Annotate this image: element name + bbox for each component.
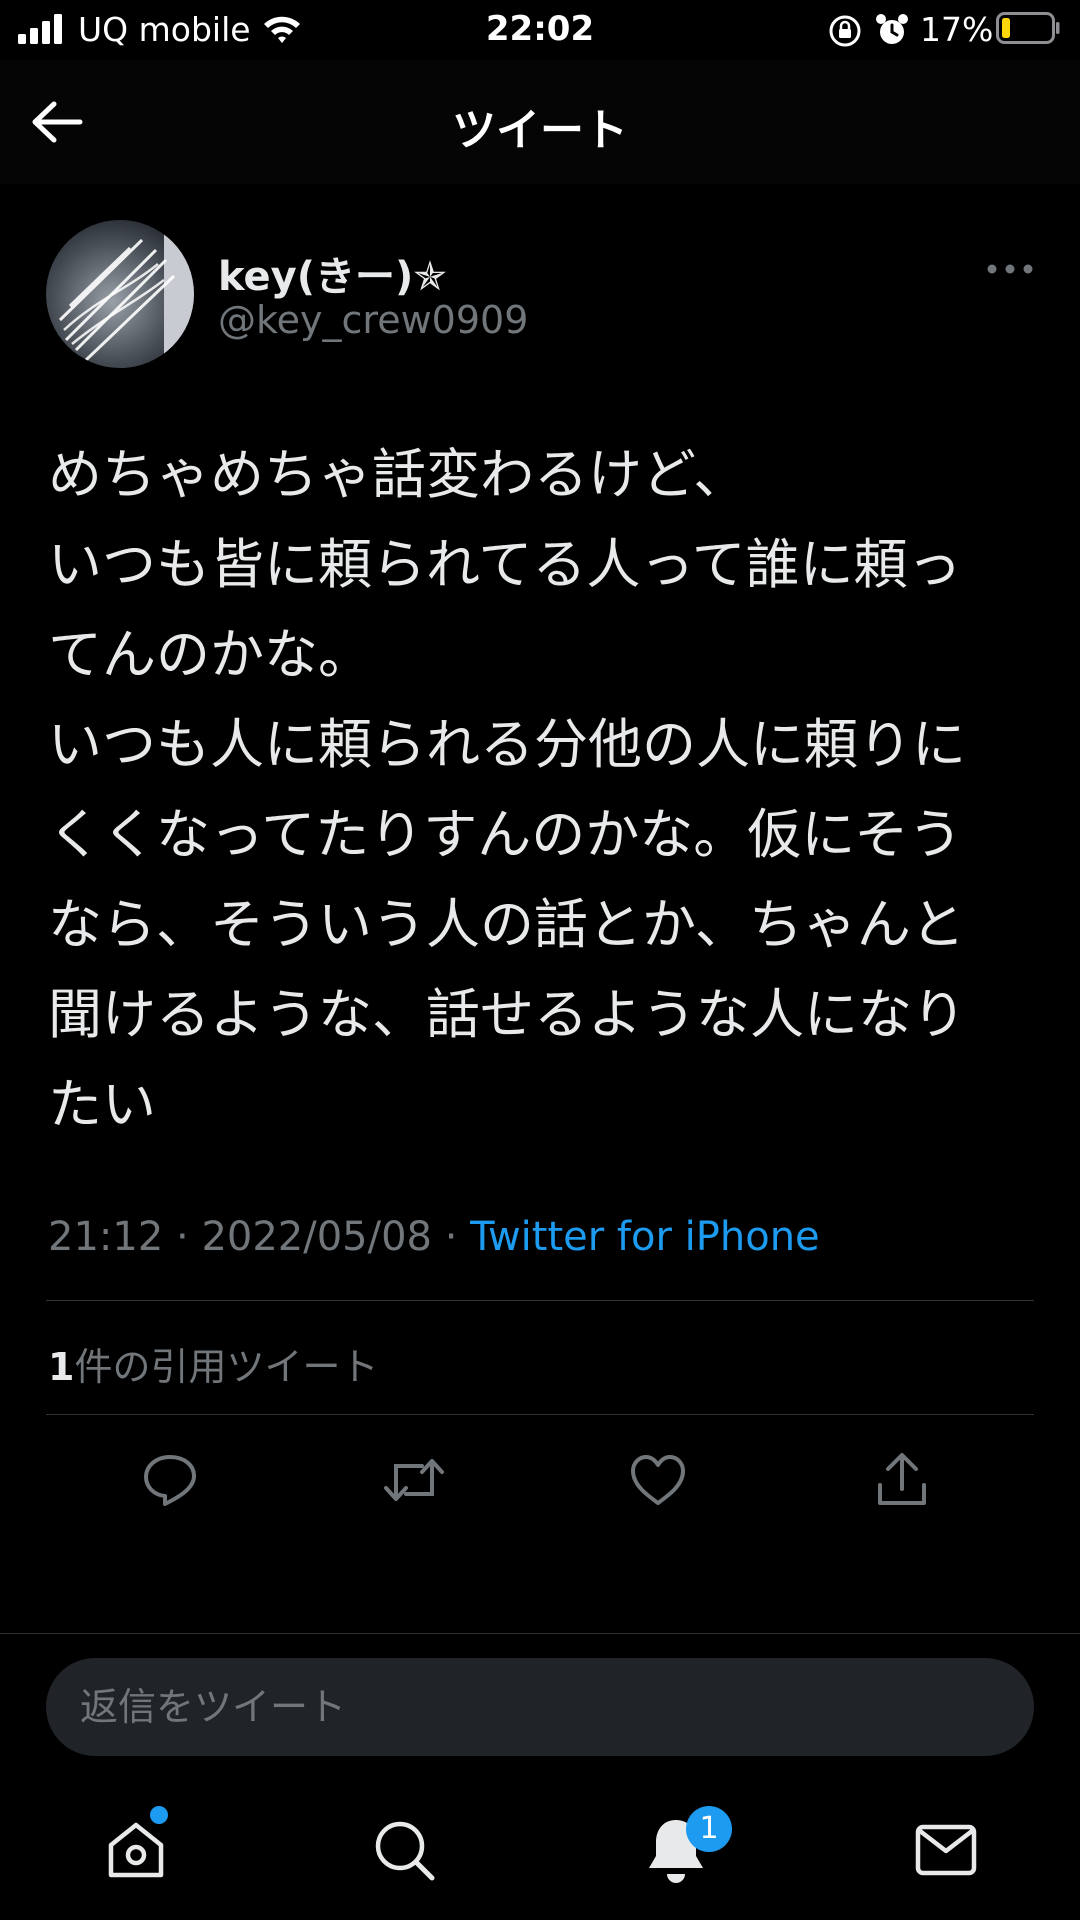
meta-separator: · bbox=[163, 1214, 202, 1260]
divider bbox=[46, 1300, 1034, 1301]
quote-count: 1 bbox=[48, 1345, 75, 1389]
divider bbox=[0, 1633, 1080, 1634]
share-button[interactable] bbox=[870, 1448, 934, 1512]
retweet-icon bbox=[384, 1459, 444, 1501]
tweet-meta: 21:12 · 2022/05/08 · Twitter for iPhone bbox=[48, 1214, 820, 1260]
tab-home[interactable] bbox=[100, 1814, 172, 1886]
rotation-lock-icon bbox=[829, 15, 861, 47]
nav-header: ツイート bbox=[0, 60, 1080, 184]
retweet-button[interactable] bbox=[382, 1448, 446, 1512]
quote-label: 件の引用ツイート bbox=[74, 1345, 379, 1389]
status-bar: UQ mobile 22:02 17% bbox=[0, 0, 1080, 60]
tweet-time: 21:12 bbox=[48, 1214, 164, 1260]
home-unread-dot bbox=[150, 1806, 168, 1824]
tweet-detail-screen: UQ mobile 22:02 17% ツイート key(きー)✯ @key_c… bbox=[0, 0, 1080, 1920]
notification-badge: 1 bbox=[686, 1806, 732, 1852]
avatar[interactable] bbox=[46, 220, 194, 368]
meta-separator: · bbox=[431, 1214, 471, 1260]
divider bbox=[46, 1414, 1034, 1415]
alarm-icon bbox=[876, 14, 908, 44]
like-button[interactable] bbox=[626, 1448, 690, 1512]
more-options-icon[interactable] bbox=[984, 254, 1036, 284]
author-name[interactable]: key(きー)✯ bbox=[218, 244, 447, 302]
author-handle[interactable]: @key_crew0909 bbox=[218, 298, 528, 342]
quote-tweets-link[interactable]: 1件の引用ツイート bbox=[48, 1336, 378, 1391]
like-icon bbox=[631, 1455, 685, 1505]
tab-search[interactable] bbox=[368, 1814, 440, 1886]
search-icon bbox=[375, 1821, 435, 1881]
reply-icon bbox=[144, 1455, 196, 1506]
home-icon bbox=[108, 1822, 164, 1878]
reply-button[interactable] bbox=[138, 1448, 202, 1512]
tweet-text: めちゃめちゃ話変わるけど、 いつも皆に頼られてる人って誰に頼ってんのかな。 いつ… bbox=[48, 443, 966, 1136]
battery-icon bbox=[996, 12, 1060, 44]
tab-messages[interactable] bbox=[910, 1814, 982, 1886]
page-title: ツイート bbox=[452, 105, 628, 156]
reply-input[interactable] bbox=[46, 1658, 1034, 1756]
share-icon bbox=[878, 1453, 926, 1505]
messages-icon bbox=[915, 1824, 977, 1876]
clock: 22:02 bbox=[485, 9, 595, 49]
battery-percent: 17% bbox=[920, 10, 994, 49]
avatar-image bbox=[46, 220, 194, 368]
tweet-date: 2022/05/08 bbox=[201, 1214, 432, 1260]
tweet-source-link[interactable]: Twitter for iPhone bbox=[470, 1214, 820, 1260]
